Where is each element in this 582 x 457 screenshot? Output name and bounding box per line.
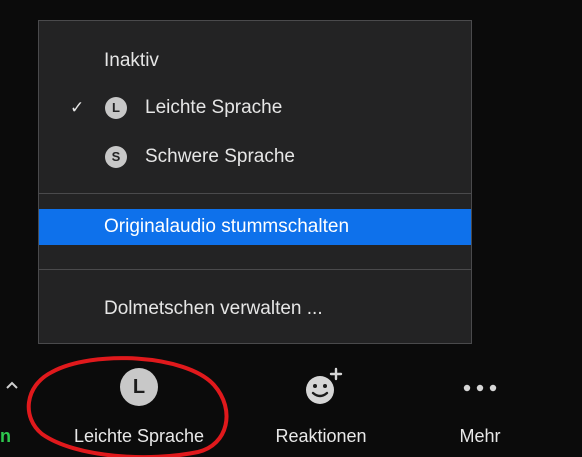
reactions-button[interactable]: Reaktionen (254, 350, 388, 457)
reactions-icon (306, 367, 343, 404)
menu-item-label: Originalaudio stummschalten (104, 216, 350, 237)
interpretation-button[interactable]: L Leichte Sprache (48, 350, 230, 457)
partial-toolbar-label: n (0, 426, 11, 446)
more-button[interactable]: Mehr (430, 350, 530, 457)
menu-item-label: Inaktiv (104, 50, 159, 71)
menu-item-easy-language[interactable]: ✓ L Leichte Sprache (39, 90, 471, 126)
mute-original-audio-item[interactable]: Originalaudio stummschalten (39, 209, 471, 245)
menu-item-label: Schwere Sprache (145, 146, 295, 167)
meeting-toolbar: L Leichte Sprache Reaktionen Mehr (0, 350, 582, 457)
more-icon (463, 384, 497, 392)
menu-item-complex-language[interactable]: S Schwere Sprache (39, 139, 471, 175)
more-button-label: Mehr (459, 426, 501, 446)
language-badge-icon: S (105, 146, 127, 168)
interpretation-button-label: Leichte Sprache (73, 426, 205, 446)
menu-divider (39, 193, 471, 194)
menu-item-label: Dolmetschen verwalten ... (104, 298, 323, 319)
language-badge-icon: L (120, 368, 158, 406)
chevron-up-icon[interactable] (6, 380, 18, 390)
menu-divider (39, 269, 471, 270)
checkmark-icon: ✓ (70, 98, 85, 117)
menu-item-label: Leichte Sprache (145, 97, 283, 118)
manage-interpretation-item[interactable]: Dolmetschen verwalten ... (39, 291, 471, 327)
language-badge-icon: L (105, 97, 127, 119)
interpretation-language-menu: Inaktiv ✓ L Leichte Sprache S Schwere Sp… (38, 20, 472, 344)
menu-item-inactive[interactable]: Inaktiv (39, 43, 471, 79)
reactions-button-label: Reaktionen (275, 426, 367, 446)
